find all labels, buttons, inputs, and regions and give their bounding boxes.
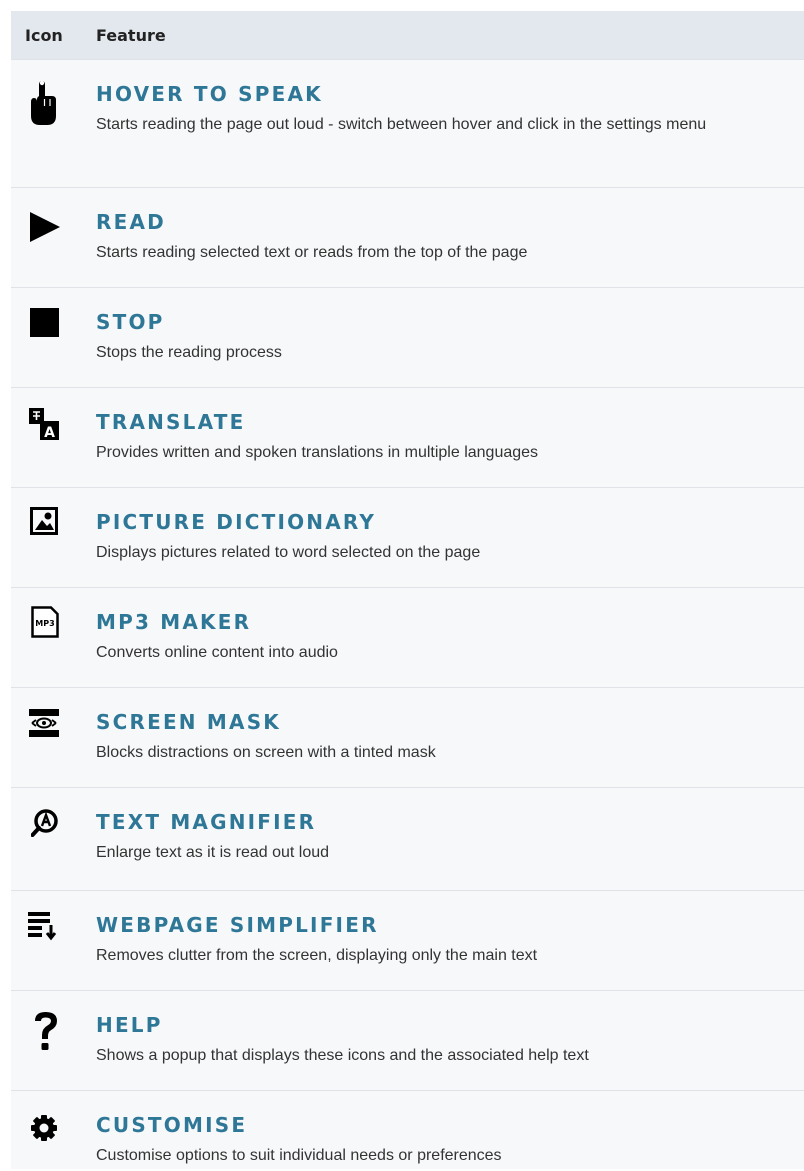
feature-description: Starts reading the page out loud - switc…	[96, 116, 707, 133]
table-row: CUSTOMISE Customise options to suit indi…	[11, 1090, 804, 1169]
feature-title: SCREEN MASK	[96, 710, 281, 734]
feature-description: Removes clutter from the screen, display…	[96, 947, 538, 964]
table-row: MP3 MP3 MAKER Converts online content in…	[11, 587, 804, 687]
feature-title: WEBPAGE SIMPLIFIER	[96, 913, 379, 937]
table-row: STOP Stops the reading process	[11, 287, 804, 387]
feature-title: READ	[96, 210, 166, 234]
feature-description: Stops the reading process	[96, 344, 282, 361]
mp3-icon: MP3	[31, 606, 65, 640]
feature-description: Enlarge text as it is read out loud	[96, 844, 330, 861]
table-row: SCREEN MASK Blocks distractions on scree…	[11, 687, 804, 787]
table-row: TEXT MAGNIFIER Enlarge text as it is rea…	[11, 787, 804, 890]
feature-title: PICTURE DICTIONARY	[96, 510, 377, 534]
feature-title: STOP	[96, 310, 165, 334]
feature-title: HOVER TO SPEAK	[96, 82, 323, 106]
table-row: WEBPAGE SIMPLIFIER Removes clutter from …	[11, 890, 804, 990]
icon-column-header: Icon	[25, 25, 63, 45]
simplifier-icon	[28, 911, 62, 945]
play-icon	[30, 212, 64, 246]
feature-title: TEXT MAGNIFIER	[96, 810, 317, 834]
feature-title: MP3 MAKER	[96, 610, 252, 634]
table-row: PICTURE DICTIONARY Displays pictures rel…	[11, 487, 804, 587]
screen-mask-icon	[29, 709, 63, 743]
feature-title: HELP	[96, 1013, 163, 1037]
help-icon	[32, 1010, 66, 1050]
translate-icon: A	[29, 408, 63, 442]
table-row: HOVER TO SPEAK Starts reading the page o…	[11, 59, 804, 187]
pointing-hand-icon	[28, 80, 62, 125]
feature-column-header: Feature	[96, 25, 166, 45]
feature-description: Customise options to suit individual nee…	[96, 1147, 502, 1164]
table-header: Icon Feature	[11, 11, 804, 59]
feature-description: Provides written and spoken translations…	[96, 444, 539, 461]
svg-text:A: A	[44, 425, 55, 440]
stop-icon	[30, 308, 64, 342]
picture-icon	[30, 507, 64, 541]
feature-title: TRANSLATE	[96, 410, 246, 434]
magnifier-icon	[31, 809, 65, 843]
table-row: A TRANSLATE Provides written and spoken …	[11, 387, 804, 487]
feature-description: Displays pictures related to word select…	[96, 544, 481, 561]
svg-text:MP3: MP3	[35, 619, 54, 628]
feature-description: Shows a popup that displays these icons …	[96, 1047, 589, 1064]
gear-icon	[31, 1115, 65, 1149]
feature-description: Converts online content into audio	[96, 644, 338, 661]
feature-title: CUSTOMISE	[96, 1113, 248, 1137]
table-row: HELP Shows a popup that displays these i…	[11, 990, 804, 1090]
feature-description: Blocks distractions on screen with a tin…	[96, 744, 436, 761]
feature-description: Starts reading selected text or reads fr…	[96, 244, 528, 261]
features-table: Icon Feature HOVER TO SPEAK Starts readi…	[11, 11, 804, 1169]
table-row: READ Starts reading selected text or rea…	[11, 187, 804, 287]
